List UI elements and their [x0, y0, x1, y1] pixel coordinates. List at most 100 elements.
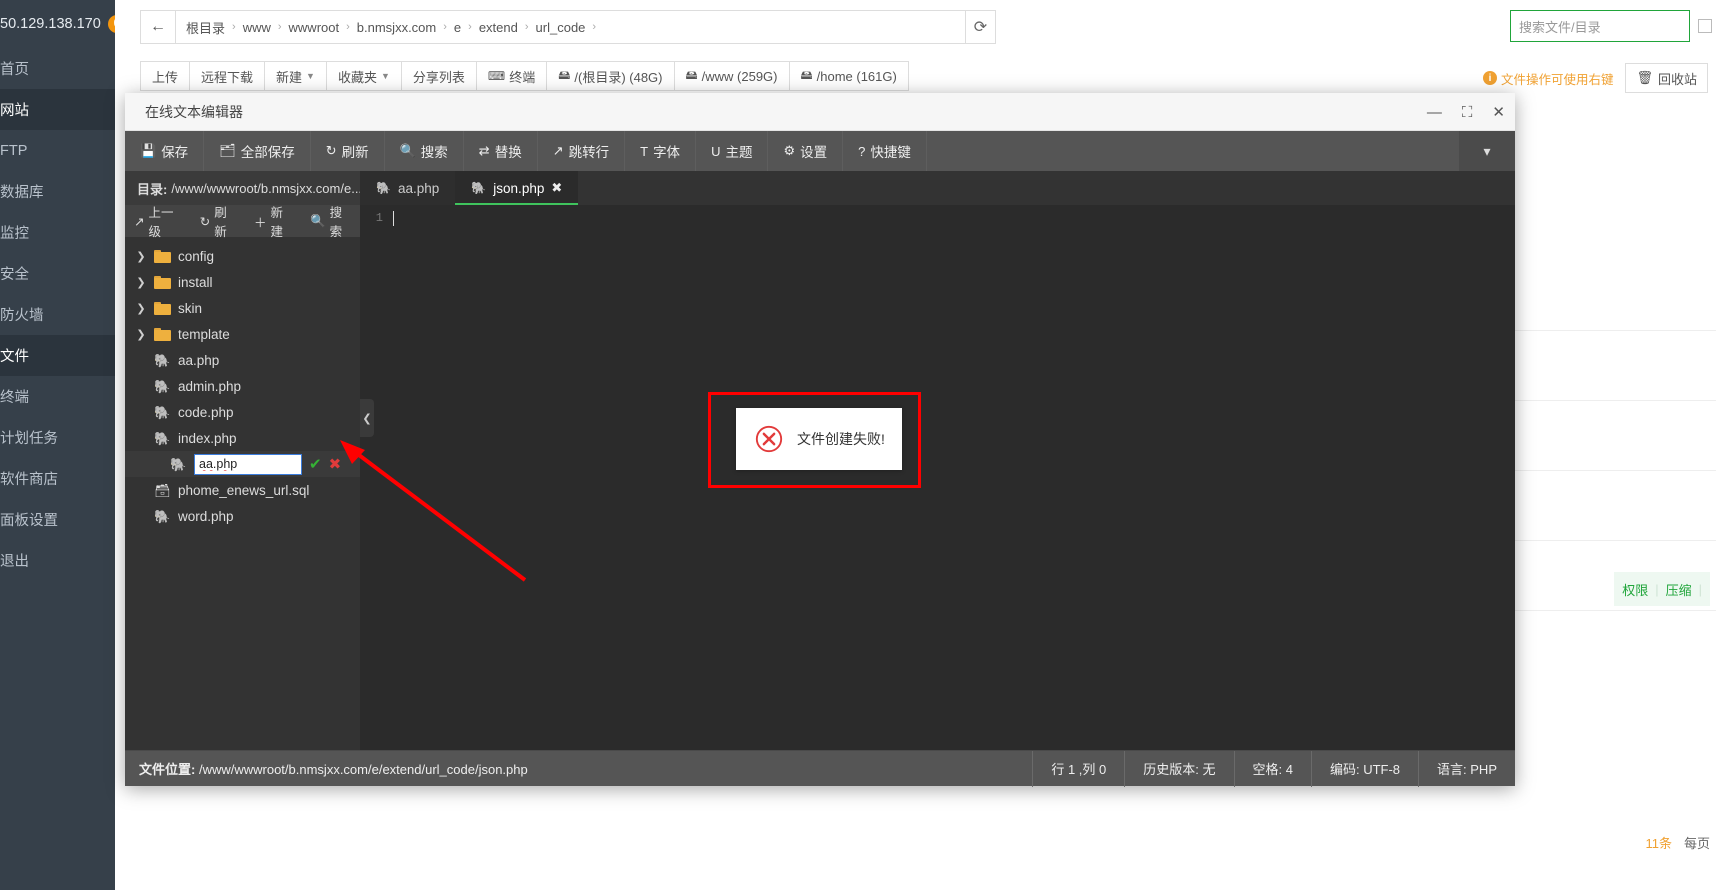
- status-cell-3[interactable]: 编码: UTF-8: [1310, 750, 1418, 787]
- tree-row[interactable]: 🐘 code.php: [125, 399, 360, 425]
- breadcrumb-separator: ›: [468, 21, 472, 33]
- editor-tool-goto-line-icon[interactable]: ↗ 跳转行: [538, 131, 626, 171]
- tree-row[interactable]: 🐘 index.php: [125, 425, 360, 451]
- tree-row[interactable]: 🗃 phome_enews_url.sql: [125, 477, 360, 503]
- breadcrumb-item-4[interactable]: e: [454, 20, 461, 35]
- status-cell-0[interactable]: 行 1 ,列 0: [1032, 750, 1124, 787]
- sidebar-item-9[interactable]: 计划任务: [0, 417, 115, 458]
- tree-row[interactable]: ❯ config: [125, 243, 360, 269]
- chevron-right-icon[interactable]: ❯: [135, 276, 147, 289]
- code-text-area[interactable]: [390, 205, 1515, 750]
- file-action-button-4[interactable]: 分享列表: [400, 61, 476, 91]
- file-action-button-6[interactable]: 🖴/(根目录) (48G): [546, 61, 674, 91]
- error-toast-message: 文件创建失败!: [797, 431, 885, 447]
- status-cell-4[interactable]: 语言: PHP: [1418, 750, 1515, 787]
- status-cell-2[interactable]: 空格: 4: [1233, 750, 1311, 787]
- file-action-button-5[interactable]: ⌨ 终端: [475, 61, 547, 91]
- tree-collapse-handle[interactable]: ❮: [360, 399, 374, 437]
- editor-tab[interactable]: 🐘 json.php ✖: [455, 171, 579, 205]
- sidebar-item-5[interactable]: 安全: [0, 253, 115, 294]
- maximize-icon[interactable]: ⛶: [1462, 105, 1473, 120]
- tree-row[interactable]: ❯ install: [125, 269, 360, 295]
- tree-tool-search-icon[interactable]: 🔍 搜索: [301, 205, 360, 239]
- tree-directory-path: 目录: /www/wwwroot/b.nmsjxx.com/e...: [125, 171, 360, 205]
- editor-tool-hotkey-icon[interactable]: ? 快捷键: [843, 131, 927, 171]
- toolbar-collapse-button[interactable]: ▾: [1459, 131, 1515, 171]
- sidebar-item-4[interactable]: 监控: [0, 212, 115, 253]
- tree-row-editing[interactable]: 🐘 ✔ ✖: [125, 451, 360, 477]
- tree-directory-label: 目录:: [137, 181, 168, 197]
- error-toast: 文件创建失败!: [736, 408, 902, 470]
- code-editor[interactable]: 1: [360, 205, 1515, 750]
- action-compress[interactable]: 压缩: [1666, 580, 1692, 599]
- editor-toolbar: 💾 保存 🗂 全部保存 ↻ 刷新 🔍 搜索 ⇄ 替换 ↗ 跳转行 T 字体 U 主题 ⚙ 设置? 快捷键 ▾: [125, 131, 1515, 171]
- editor-tool-save-all-icon[interactable]: 🗂 全部保存: [204, 131, 311, 171]
- editor-tool-replace-icon[interactable]: ⇄ 替换: [464, 131, 538, 171]
- breadcrumb-item-5[interactable]: extend: [479, 20, 518, 35]
- action-permission[interactable]: 权限: [1622, 580, 1648, 599]
- tree-item-label: install: [178, 274, 213, 290]
- tree-row[interactable]: ❯ template: [125, 321, 360, 347]
- refresh-path-button[interactable]: ⟳: [966, 10, 996, 44]
- file-action-button-7[interactable]: 🖴/www (259G): [673, 61, 789, 91]
- back-button[interactable]: ←: [140, 10, 176, 44]
- sidebar-item-6[interactable]: 防火墙: [0, 294, 115, 335]
- sidebar-item-8[interactable]: 终端: [0, 376, 115, 417]
- tab-close-icon[interactable]: ✖: [551, 180, 562, 196]
- sidebar-item-12[interactable]: 退出: [0, 540, 115, 581]
- rename-confirm-icon[interactable]: ✔: [309, 455, 322, 473]
- sidebar-item-2[interactable]: FTP: [0, 130, 115, 171]
- tree-tool-plus-icon[interactable]: ＋新建: [245, 205, 301, 239]
- editor-tool-save-icon[interactable]: 💾 保存: [125, 131, 205, 171]
- sidebar-item-0[interactable]: 首页: [0, 48, 115, 89]
- file-action-button-8[interactable]: 🖴/home (161G): [788, 61, 909, 91]
- editor-tool-theme-icon[interactable]: U 主题: [696, 131, 769, 171]
- recycle-bin-button[interactable]: 🗑 回收站: [1625, 63, 1708, 93]
- save-icon: 💾: [140, 143, 157, 158]
- minimize-icon[interactable]: —: [1427, 105, 1442, 120]
- file-action-label: 收藏夹: [337, 69, 377, 85]
- sidebar-item-11[interactable]: 面板设置: [0, 499, 115, 540]
- chevron-right-icon[interactable]: ❯: [135, 302, 147, 315]
- editor-tool-font-icon[interactable]: T 字体: [625, 131, 697, 171]
- sidebar-item-7[interactable]: 文件: [0, 335, 115, 376]
- breadcrumb-item-6[interactable]: url_code: [536, 20, 586, 35]
- sidebar-item-10[interactable]: 软件商店: [0, 458, 115, 499]
- editor-tool-refresh-icon[interactable]: ↻ 刷新: [311, 131, 385, 171]
- editor-tool-search-icon[interactable]: 🔍 搜索: [385, 131, 464, 171]
- file-action-button-0[interactable]: 上传: [140, 61, 190, 91]
- chevron-right-icon[interactable]: ❯: [135, 250, 147, 263]
- sidebar-item-3[interactable]: 数据库: [0, 171, 115, 212]
- tree-item-label: phome_enews_url.sql: [178, 482, 310, 498]
- folder-icon: [154, 327, 171, 341]
- file-action-button-3[interactable]: 收藏夹 ▼: [325, 61, 401, 91]
- tree-item-label: code.php: [178, 404, 234, 420]
- breadcrumb-item-2[interactable]: wwwroot: [289, 20, 340, 35]
- font-icon: T: [640, 143, 649, 159]
- editor-tool-gear-icon[interactable]: ⚙ 设置: [768, 131, 844, 171]
- rename-input[interactable]: [194, 453, 302, 475]
- file-action-button-2[interactable]: 新建 ▼: [264, 61, 326, 91]
- tree-row[interactable]: ❯ skin: [125, 295, 360, 321]
- tree-tool-arrow-up-icon[interactable]: ↗ 上一级: [125, 205, 191, 239]
- editor-tab[interactable]: 🐘 aa.php: [360, 171, 456, 205]
- file-action-label: 远程下载: [201, 69, 254, 85]
- breadcrumb-item-3[interactable]: b.nmsjxx.com: [357, 20, 436, 35]
- file-action-button-1[interactable]: 远程下载: [189, 61, 265, 91]
- editor-right-pane: 🐘 aa.php 🐘 json.php ✖ 1: [360, 171, 1515, 750]
- breadcrumb-separator: ›: [277, 21, 282, 33]
- tree-row[interactable]: 🐘 admin.php: [125, 373, 360, 399]
- status-cell-1[interactable]: 历史版本: 无: [1124, 750, 1233, 787]
- per-page-label[interactable]: 每页: [1684, 833, 1710, 852]
- breadcrumb-item-0[interactable]: 根目录: [186, 18, 225, 37]
- rename-cancel-icon[interactable]: ✖: [329, 455, 342, 473]
- search-input[interactable]: 搜索文件/目录: [1510, 10, 1690, 42]
- tree-row[interactable]: 🐘 word.php: [125, 503, 360, 529]
- tree-tool-refresh-icon[interactable]: ↻ 刷新: [191, 205, 245, 239]
- search-checkbox[interactable]: [1698, 19, 1712, 33]
- close-icon[interactable]: ✕: [1492, 105, 1505, 120]
- breadcrumb-item-1[interactable]: www: [243, 20, 271, 35]
- tree-row[interactable]: 🐘 aa.php: [125, 347, 360, 373]
- chevron-right-icon[interactable]: ❯: [135, 328, 147, 341]
- sidebar-item-1[interactable]: 网站: [0, 89, 115, 130]
